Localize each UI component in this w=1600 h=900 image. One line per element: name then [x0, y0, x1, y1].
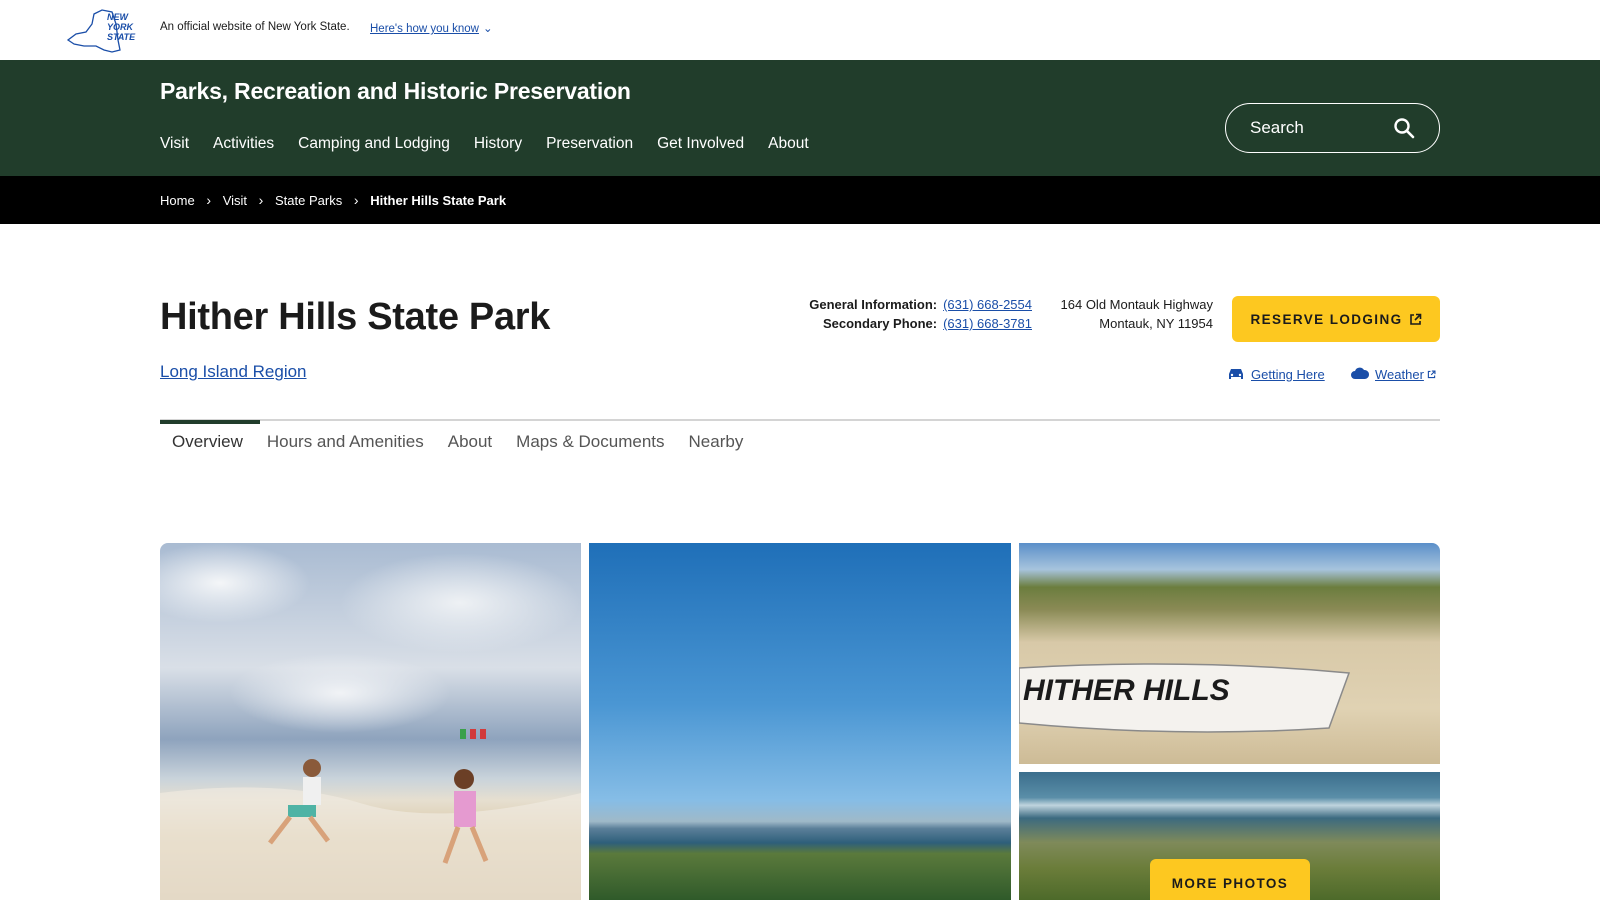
nav-camping-lodging[interactable]: Camping and Lodging [298, 135, 450, 153]
how-you-know-link[interactable]: Here's how you know ⌄ [370, 21, 493, 35]
nav-get-involved[interactable]: Get Involved [657, 135, 744, 153]
nys-logo[interactable]: NEW YORK STATE [64, 6, 142, 54]
boat-illustration: HITHER HILLS [1019, 663, 1351, 733]
agency-title[interactable]: Parks, Recreation and Historic Preservat… [160, 78, 631, 105]
getting-here-label: Getting Here [1251, 366, 1325, 382]
gallery-photo-hither-hills-boat[interactable]: HITHER HILLS [1019, 543, 1440, 764]
main-nav: Visit Activities Camping and Lodging His… [160, 135, 833, 153]
site-header: Parks, Recreation and Historic Preservat… [0, 60, 1600, 176]
secondary-phone-label: Secondary Phone: [822, 316, 938, 331]
tab-about[interactable]: About [436, 432, 504, 452]
logo-text-state: STATE [107, 32, 136, 42]
breadcrumb-home[interactable]: Home [160, 193, 195, 208]
weather-link[interactable]: Weather [1350, 366, 1436, 382]
tab-maps-documents[interactable]: Maps & Documents [504, 432, 676, 452]
general-info-phone[interactable]: (631) 668-2554 [943, 295, 1032, 314]
beach-kids-illustration [160, 729, 581, 900]
weather-label: Weather [1375, 366, 1424, 382]
gallery-photo-campground-aerial[interactable] [589, 543, 1011, 900]
reserve-lodging-button[interactable]: RESERVE LODGING [1232, 296, 1440, 342]
search-icon[interactable] [1393, 117, 1415, 139]
more-photos-button[interactable]: MORE PHOTOS [1150, 859, 1310, 900]
secondary-phone[interactable]: (631) 668-3781 [943, 314, 1032, 333]
tabs-divider [160, 419, 1440, 421]
contact-phones: General Information: (631) 668-2554 Seco… [790, 295, 1032, 333]
logo-text-york: YORK [107, 22, 135, 32]
cloud-icon [1351, 367, 1370, 379]
address-line-1: 164 Old Montauk Highway [1060, 297, 1213, 312]
active-tab-indicator [160, 420, 260, 424]
how-you-know-label: Here's how you know [370, 23, 479, 35]
getting-here-link[interactable]: Getting Here [1226, 366, 1325, 382]
boat-text: HITHER HILLS [1023, 674, 1230, 707]
chevron-down-icon: ⌄ [482, 23, 493, 35]
address-line-2: Montauk, NY 11954 [1099, 316, 1213, 331]
official-banner: NEW YORK STATE An official website of Ne… [0, 0, 1600, 60]
gallery-photo-beach-kids[interactable] [160, 543, 581, 900]
park-address: 164 Old Montauk Highway Montauk, NY 1195… [1040, 295, 1213, 333]
nav-preservation[interactable]: Preservation [546, 135, 633, 153]
chevron-right-icon: › [353, 192, 359, 208]
breadcrumb: Home › Visit › State Parks › Hither Hill… [0, 176, 1600, 224]
search-box [1225, 103, 1440, 153]
nav-about[interactable]: About [768, 135, 809, 153]
external-link-icon [1427, 369, 1436, 378]
nav-visit[interactable]: Visit [160, 135, 189, 153]
chevron-right-icon: › [206, 192, 212, 208]
tab-overview[interactable]: Overview [160, 432, 255, 452]
tab-hours-amenities[interactable]: Hours and Amenities [255, 432, 436, 452]
external-link-icon [1409, 313, 1421, 325]
reserve-lodging-label: RESERVE LODGING [1250, 311, 1403, 327]
page-tabs: Overview Hours and Amenities About Maps … [160, 432, 755, 452]
official-website-text: An official website of New York State. [160, 21, 350, 33]
nav-history[interactable]: History [474, 135, 522, 153]
breadcrumb-visit[interactable]: Visit [223, 193, 247, 208]
page-title: Hither Hills State Park [160, 296, 551, 338]
logo-text-new: NEW [107, 12, 130, 22]
breadcrumb-state-parks[interactable]: State Parks [275, 193, 342, 208]
car-icon [1229, 369, 1243, 379]
breadcrumb-current: Hither Hills State Park [370, 192, 507, 208]
region-link[interactable]: Long Island Region [160, 362, 307, 382]
chevron-right-icon: › [258, 192, 264, 208]
tab-nearby[interactable]: Nearby [677, 432, 756, 452]
nav-activities[interactable]: Activities [213, 135, 274, 153]
search-input[interactable] [1250, 118, 1400, 138]
general-info-label: General Information: [809, 297, 938, 312]
